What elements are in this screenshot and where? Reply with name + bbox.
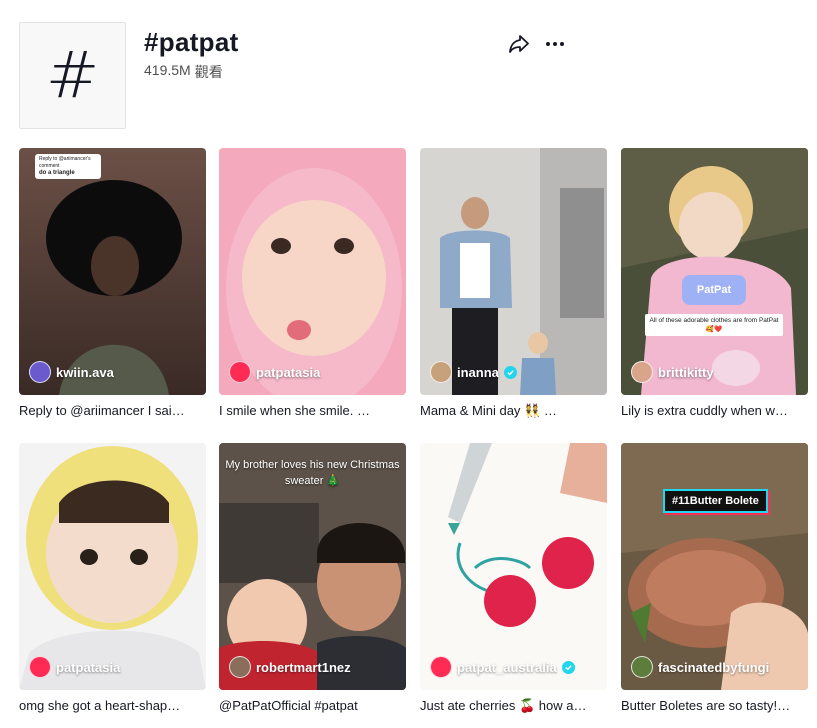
- video-caption[interactable]: I smile when she smile. …: [219, 403, 402, 419]
- video-author[interactable]: robertmart1nez: [229, 656, 351, 678]
- author-name: patpatasia: [256, 364, 321, 380]
- video-thumbnail[interactable]: My brother loves his new Christmas sweat…: [219, 443, 406, 690]
- video-thumbnail[interactable]: patpatasia: [19, 443, 206, 690]
- verified-check-icon: [503, 365, 517, 379]
- reply-subtitle: Reply to @ariimancer's comment: [39, 156, 91, 169]
- verified-check-icon: [561, 660, 575, 674]
- author-name: robertmart1nez: [256, 659, 351, 675]
- video-thumbnail[interactable]: PatPat All of these adorable clothes are…: [621, 148, 808, 395]
- video-caption[interactable]: omg she got a heart-shap…: [19, 698, 202, 714]
- video-card[interactable]: inanna Mama & Mini day 👯 …: [420, 148, 607, 419]
- video-author[interactable]: fascinatedbyfungi: [631, 656, 769, 678]
- avatar: [430, 361, 452, 383]
- video-caption[interactable]: @PatPatOfficial #patpat: [219, 698, 402, 714]
- reply-comment-bubble: Reply to @ariimancer's comment do a tria…: [35, 154, 101, 179]
- video-thumbnail[interactable]: #11Butter Bolete fascinatedbyfungi: [621, 443, 808, 690]
- video-caption[interactable]: Mama & Mini day 👯 …: [420, 403, 603, 419]
- avatar: [631, 656, 653, 678]
- video-card[interactable]: patpatasia omg she got a heart-shap…: [19, 443, 206, 714]
- video-author[interactable]: patpatasia: [229, 361, 320, 383]
- video-author[interactable]: kwiin.ava: [29, 361, 114, 383]
- video-caption[interactable]: Butter Boletes are so tasty!…: [621, 698, 804, 714]
- sticker-note: All of these adorable clothes are from P…: [645, 314, 783, 336]
- avatar: [631, 361, 653, 383]
- author-name: patpat_australia: [457, 659, 557, 675]
- author-name: fascinatedbyfungi: [658, 659, 770, 675]
- author-name: brittikitty: [658, 364, 714, 380]
- reply-title: do a triangle: [39, 170, 75, 176]
- video-card[interactable]: patpatasia I smile when she smile. …: [219, 148, 406, 419]
- views-label: 觀看: [194, 64, 223, 80]
- avatar: [229, 361, 251, 383]
- video-card[interactable]: #11Butter Bolete fascinatedbyfungi Butte…: [621, 443, 808, 714]
- video-thumbnail[interactable]: patpat_australia: [420, 443, 607, 690]
- hashtag-icon: #: [45, 38, 100, 113]
- hashtag-header: # #patpat 419.5M 觀看: [19, 22, 799, 130]
- author-name: patpatasia: [56, 659, 121, 675]
- avatar: [29, 656, 51, 678]
- brand-pill: PatPat: [682, 275, 746, 305]
- avatar: [430, 656, 452, 678]
- views-number: 419.5M: [144, 62, 191, 78]
- avatar: [29, 361, 51, 383]
- video-thumbnail[interactable]: Reply to @ariimancer's comment do a tria…: [19, 148, 206, 395]
- video-caption[interactable]: Just ate cherries 🍒 how a…: [420, 698, 603, 714]
- more-options-icon[interactable]: [543, 32, 567, 56]
- page-title: #patpat: [144, 27, 239, 57]
- video-author[interactable]: patpat_australia: [430, 656, 575, 678]
- video-card[interactable]: patpat_australia Just ate cherries 🍒 how…: [420, 443, 607, 714]
- video-caption[interactable]: Lily is extra cuddly when w…: [621, 403, 804, 419]
- author-name: kwiin.ava: [56, 364, 114, 380]
- video-card[interactable]: Reply to @ariimancer's comment do a tria…: [19, 148, 206, 419]
- avatar: [229, 656, 251, 678]
- video-caption[interactable]: Reply to @ariimancer I sai…: [19, 403, 202, 419]
- title-badge: #11Butter Bolete: [663, 489, 768, 513]
- views-count: 419.5M 觀看: [144, 62, 223, 82]
- video-card[interactable]: PatPat All of these adorable clothes are…: [621, 148, 808, 419]
- video-author[interactable]: brittikitty: [631, 361, 714, 383]
- share-arrow-icon[interactable]: [507, 32, 531, 56]
- video-author[interactable]: patpatasia: [29, 656, 120, 678]
- video-author[interactable]: inanna: [430, 361, 517, 383]
- video-thumbnail[interactable]: inanna: [420, 148, 607, 395]
- video-card[interactable]: My brother loves his new Christmas sweat…: [219, 443, 406, 714]
- author-name: inanna: [457, 364, 499, 380]
- video-thumbnail[interactable]: patpatasia: [219, 148, 406, 395]
- hashtag-cover: #: [19, 22, 126, 129]
- video-overlay-text: My brother loves his new Christmas sweat…: [225, 459, 400, 487]
